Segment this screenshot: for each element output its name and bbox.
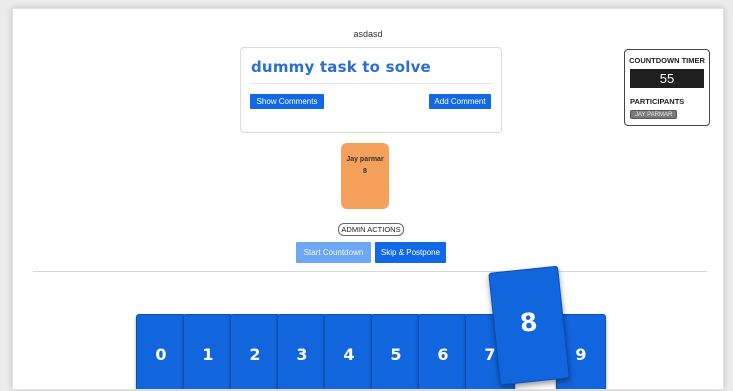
room-name: asdasd (353, 29, 383, 39)
deck-card-6[interactable]: 6 (418, 314, 468, 389)
planning-poker-page: asdasd dummy task to solve Show Comments… (12, 8, 724, 390)
deck-card-label: 8 (518, 307, 539, 338)
player-vote-card: Jay parmar 8 (341, 143, 389, 209)
deck-card-0[interactable]: 0 (136, 314, 186, 389)
deck-card-2[interactable]: 2 (230, 314, 280, 389)
task-card: dummy task to solve Show Comments Add Co… (240, 47, 502, 133)
deck-card-label: 1 (202, 345, 214, 364)
show-comments-button[interactable]: Show Comments (250, 94, 324, 109)
deck-card-8-selected[interactable]: 8 (488, 265, 570, 386)
section-divider (33, 271, 707, 272)
countdown-timer-panel: COUNTDOWN TIMER 55 PARTICIPANTS JAY PARM… (624, 49, 710, 126)
deck-card-3[interactable]: 3 (277, 314, 327, 389)
deck-card-5[interactable]: 5 (371, 314, 421, 389)
deck-card-label: 5 (390, 345, 402, 364)
start-countdown-button[interactable]: Start Countdown (296, 242, 371, 263)
deck-card-label: 3 (296, 345, 308, 364)
add-comment-button[interactable]: Add Comment (429, 94, 491, 109)
deck-card-1[interactable]: 1 (183, 314, 233, 389)
deck-card-label: 6 (437, 345, 449, 364)
countdown-timer-title: COUNTDOWN TIMER (629, 56, 705, 65)
deck-card-label: 0 (155, 345, 167, 364)
skip-postpone-button[interactable]: Skip & Postpone (375, 242, 446, 263)
participants-title: PARTICIPANTS (630, 97, 685, 106)
task-divider (251, 83, 491, 84)
admin-actions-label: ADMIN ACTIONS (338, 223, 404, 236)
deck-card-4[interactable]: 4 (324, 314, 374, 389)
participant-chip: JAY PARMAR (630, 110, 678, 119)
player-name: Jay parmar (346, 156, 384, 163)
player-vote-value: 8 (363, 168, 367, 175)
deck-card-label: 4 (343, 345, 355, 364)
deck-card-label: 2 (249, 345, 261, 364)
countdown-timer-value: 55 (630, 69, 704, 88)
task-title: dummy task to solve (251, 58, 431, 76)
